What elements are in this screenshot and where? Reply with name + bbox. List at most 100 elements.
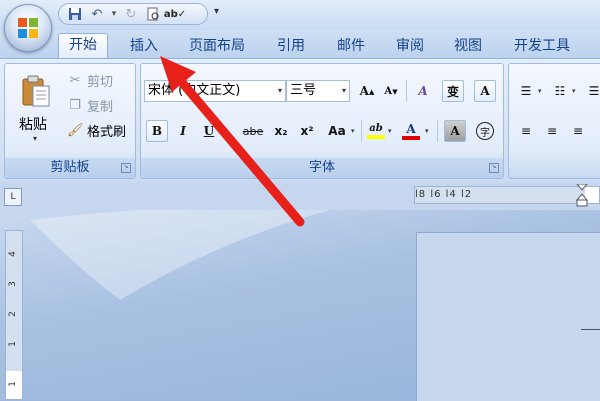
enclose-char-icon: 字 bbox=[476, 122, 494, 140]
print-preview-icon[interactable] bbox=[143, 5, 163, 23]
save-icon[interactable] bbox=[65, 5, 85, 23]
phonetic-guide-button[interactable]: 变 bbox=[442, 80, 464, 102]
font-color-button[interactable]: A bbox=[400, 120, 422, 142]
tab-home[interactable]: 开始 bbox=[58, 33, 108, 58]
clear-format-icon: A bbox=[418, 84, 428, 98]
multilevel-list-button[interactable]: ☰ bbox=[583, 80, 600, 102]
align-right-button[interactable]: ≡ bbox=[567, 120, 589, 142]
format-painter-label: 格式刷 bbox=[87, 124, 127, 140]
enclose-char-button[interactable]: 字 bbox=[474, 120, 496, 142]
font-name-combo[interactable]: 宋体 (中文正文) ▾ bbox=[144, 80, 286, 102]
spell-check-icon[interactable]: ab✓ bbox=[164, 5, 186, 23]
margin-mark bbox=[581, 329, 600, 330]
quick-access-toolbar: ↶ ▾ ↻ ab✓ bbox=[58, 3, 208, 25]
char-shading-icon: A bbox=[450, 124, 460, 138]
copy-icon: ❐ bbox=[69, 97, 81, 113]
shrink-font-icon: A bbox=[384, 85, 393, 97]
align-center-button[interactable]: ≡ bbox=[541, 120, 563, 142]
highlight-dropdown-icon[interactable]: ▾ bbox=[388, 120, 396, 142]
strikethrough-button[interactable]: abe bbox=[238, 120, 268, 142]
bullets-dropdown-icon[interactable]: ▾ bbox=[538, 80, 546, 102]
copy-button[interactable]: ❐ 复制 bbox=[67, 95, 113, 115]
indent-marker-icon[interactable] bbox=[575, 184, 589, 208]
tab-references[interactable]: 引用 bbox=[267, 35, 315, 57]
numbering-dropdown-icon[interactable]: ▾ bbox=[572, 80, 580, 102]
highlighter-icon: ab bbox=[369, 123, 383, 134]
subscript-button[interactable]: x₂ bbox=[270, 120, 292, 142]
change-case-button[interactable]: Aa bbox=[324, 120, 350, 142]
copy-label: 复制 bbox=[87, 99, 114, 115]
tab-page-layout[interactable]: 页面布局 bbox=[179, 35, 255, 57]
document-page[interactable] bbox=[416, 232, 600, 401]
bullets-button[interactable]: ☰ bbox=[515, 80, 537, 102]
vruler-tick: 4 bbox=[7, 251, 18, 257]
paste-button[interactable]: 粘贴 bbox=[19, 114, 47, 134]
paragraph-group: ☰ ▾ ☷ ▾ ☰ ≡ ≡ ≡ ≡ bbox=[508, 63, 600, 179]
grow-font-icon: A bbox=[359, 84, 369, 98]
clear-format-button[interactable]: A bbox=[412, 80, 434, 102]
tab-stop-selector[interactable]: L bbox=[4, 188, 22, 206]
char-shading-button[interactable]: A bbox=[444, 120, 466, 142]
italic-icon: I bbox=[180, 124, 186, 138]
undo-icon[interactable]: ↶ bbox=[87, 5, 107, 23]
tab-mailings[interactable]: 邮件 bbox=[327, 35, 375, 57]
bold-button[interactable]: B bbox=[146, 120, 168, 142]
char-border-icon: A bbox=[480, 84, 490, 98]
underline-icon: U bbox=[203, 124, 215, 138]
clipboard-group: 粘贴 ▾ ✂ 剪切 ❐ 复制 🖌 格式刷 剪贴板 ↘ bbox=[4, 63, 136, 179]
vruler-tick: 1 bbox=[7, 341, 18, 347]
horizontal-ruler[interactable]: l8 l6 l4 l2 bbox=[414, 186, 600, 204]
font-name-value: 宋体 (中文正文) bbox=[148, 83, 241, 98]
underline-button[interactable]: U bbox=[198, 120, 220, 142]
vruler-tick: 2 bbox=[7, 311, 18, 317]
superscript-button[interactable]: x² bbox=[296, 120, 318, 142]
scissors-icon: ✂ bbox=[69, 72, 81, 88]
separator bbox=[361, 120, 362, 142]
vruler-tick: 1 bbox=[7, 381, 18, 387]
cut-label: 剪切 bbox=[87, 74, 114, 90]
tab-review[interactable]: 审阅 bbox=[386, 35, 434, 57]
separator bbox=[406, 80, 407, 102]
font-color-dropdown-icon[interactable]: ▾ bbox=[425, 120, 433, 142]
font-name-dropdown-icon[interactable]: ▾ bbox=[278, 81, 282, 101]
ribbon: 粘贴 ▾ ✂ 剪切 ❐ 复制 🖌 格式刷 剪贴板 ↘ 宋体 (中文正文) ▾ 三… bbox=[0, 58, 600, 183]
paste-icon bbox=[22, 75, 50, 107]
ribbon-tabs: 开始 插入 页面布局 引用 邮件 审阅 视图 开发工具 bbox=[0, 30, 600, 58]
grow-font-button[interactable]: A ▲ bbox=[356, 80, 378, 102]
office-button[interactable] bbox=[4, 4, 52, 52]
font-size-dropdown-icon[interactable]: ▾ bbox=[342, 81, 346, 101]
cut-button[interactable]: ✂ 剪切 bbox=[67, 70, 113, 90]
tab-developer[interactable]: 开发工具 bbox=[504, 35, 580, 57]
font-size-value: 三号 bbox=[290, 83, 317, 98]
font-size-combo[interactable]: 三号 ▾ bbox=[286, 80, 350, 102]
change-case-dropdown-icon[interactable]: ▾ bbox=[351, 120, 359, 142]
vruler-tick: 3 bbox=[7, 281, 18, 287]
tab-insert[interactable]: 插入 bbox=[120, 35, 168, 57]
phonetic-guide-icon: 变 bbox=[446, 84, 459, 99]
align-left-button[interactable]: ≡ bbox=[515, 120, 537, 142]
vertical-ruler[interactable]: 4 3 2 1 1 bbox=[5, 230, 23, 400]
font-group: 宋体 (中文正文) ▾ 三号 ▾ A ▲ A ▼ A 变 A B I U ▾ abe… bbox=[140, 63, 504, 179]
char-border-button[interactable]: A bbox=[474, 80, 496, 102]
brush-icon: 🖌 bbox=[67, 122, 84, 138]
clipboard-group-label: 剪贴板 bbox=[5, 158, 135, 178]
underline-dropdown-icon[interactable]: ▾ bbox=[220, 120, 228, 142]
justify-button[interactable]: ≡ bbox=[593, 120, 600, 142]
highlight-button[interactable]: ab bbox=[365, 120, 387, 142]
tab-view[interactable]: 视图 bbox=[444, 35, 492, 57]
horizontal-ruler-ticks: l8 l6 l4 l2 bbox=[415, 189, 473, 200]
font-group-label: 字体 bbox=[141, 158, 503, 178]
format-painter-button[interactable]: 🖌 格式刷 bbox=[67, 120, 126, 140]
customize-qat-icon[interactable]: ▾ bbox=[214, 6, 219, 17]
paste-dropdown-icon[interactable]: ▾ bbox=[33, 134, 37, 143]
italic-button[interactable]: I bbox=[172, 120, 194, 142]
numbering-button[interactable]: ☷ bbox=[549, 80, 571, 102]
redo-icon[interactable]: ↻ bbox=[121, 5, 141, 23]
font-color-icon: A bbox=[406, 122, 416, 136]
clipboard-launcher-icon[interactable]: ↘ bbox=[121, 163, 131, 173]
separator bbox=[437, 120, 438, 142]
office-logo-icon bbox=[18, 18, 38, 38]
shrink-font-button[interactable]: A ▼ bbox=[380, 80, 402, 102]
font-launcher-icon[interactable]: ↘ bbox=[489, 163, 499, 173]
undo-dropdown-icon[interactable]: ▾ bbox=[109, 5, 119, 23]
